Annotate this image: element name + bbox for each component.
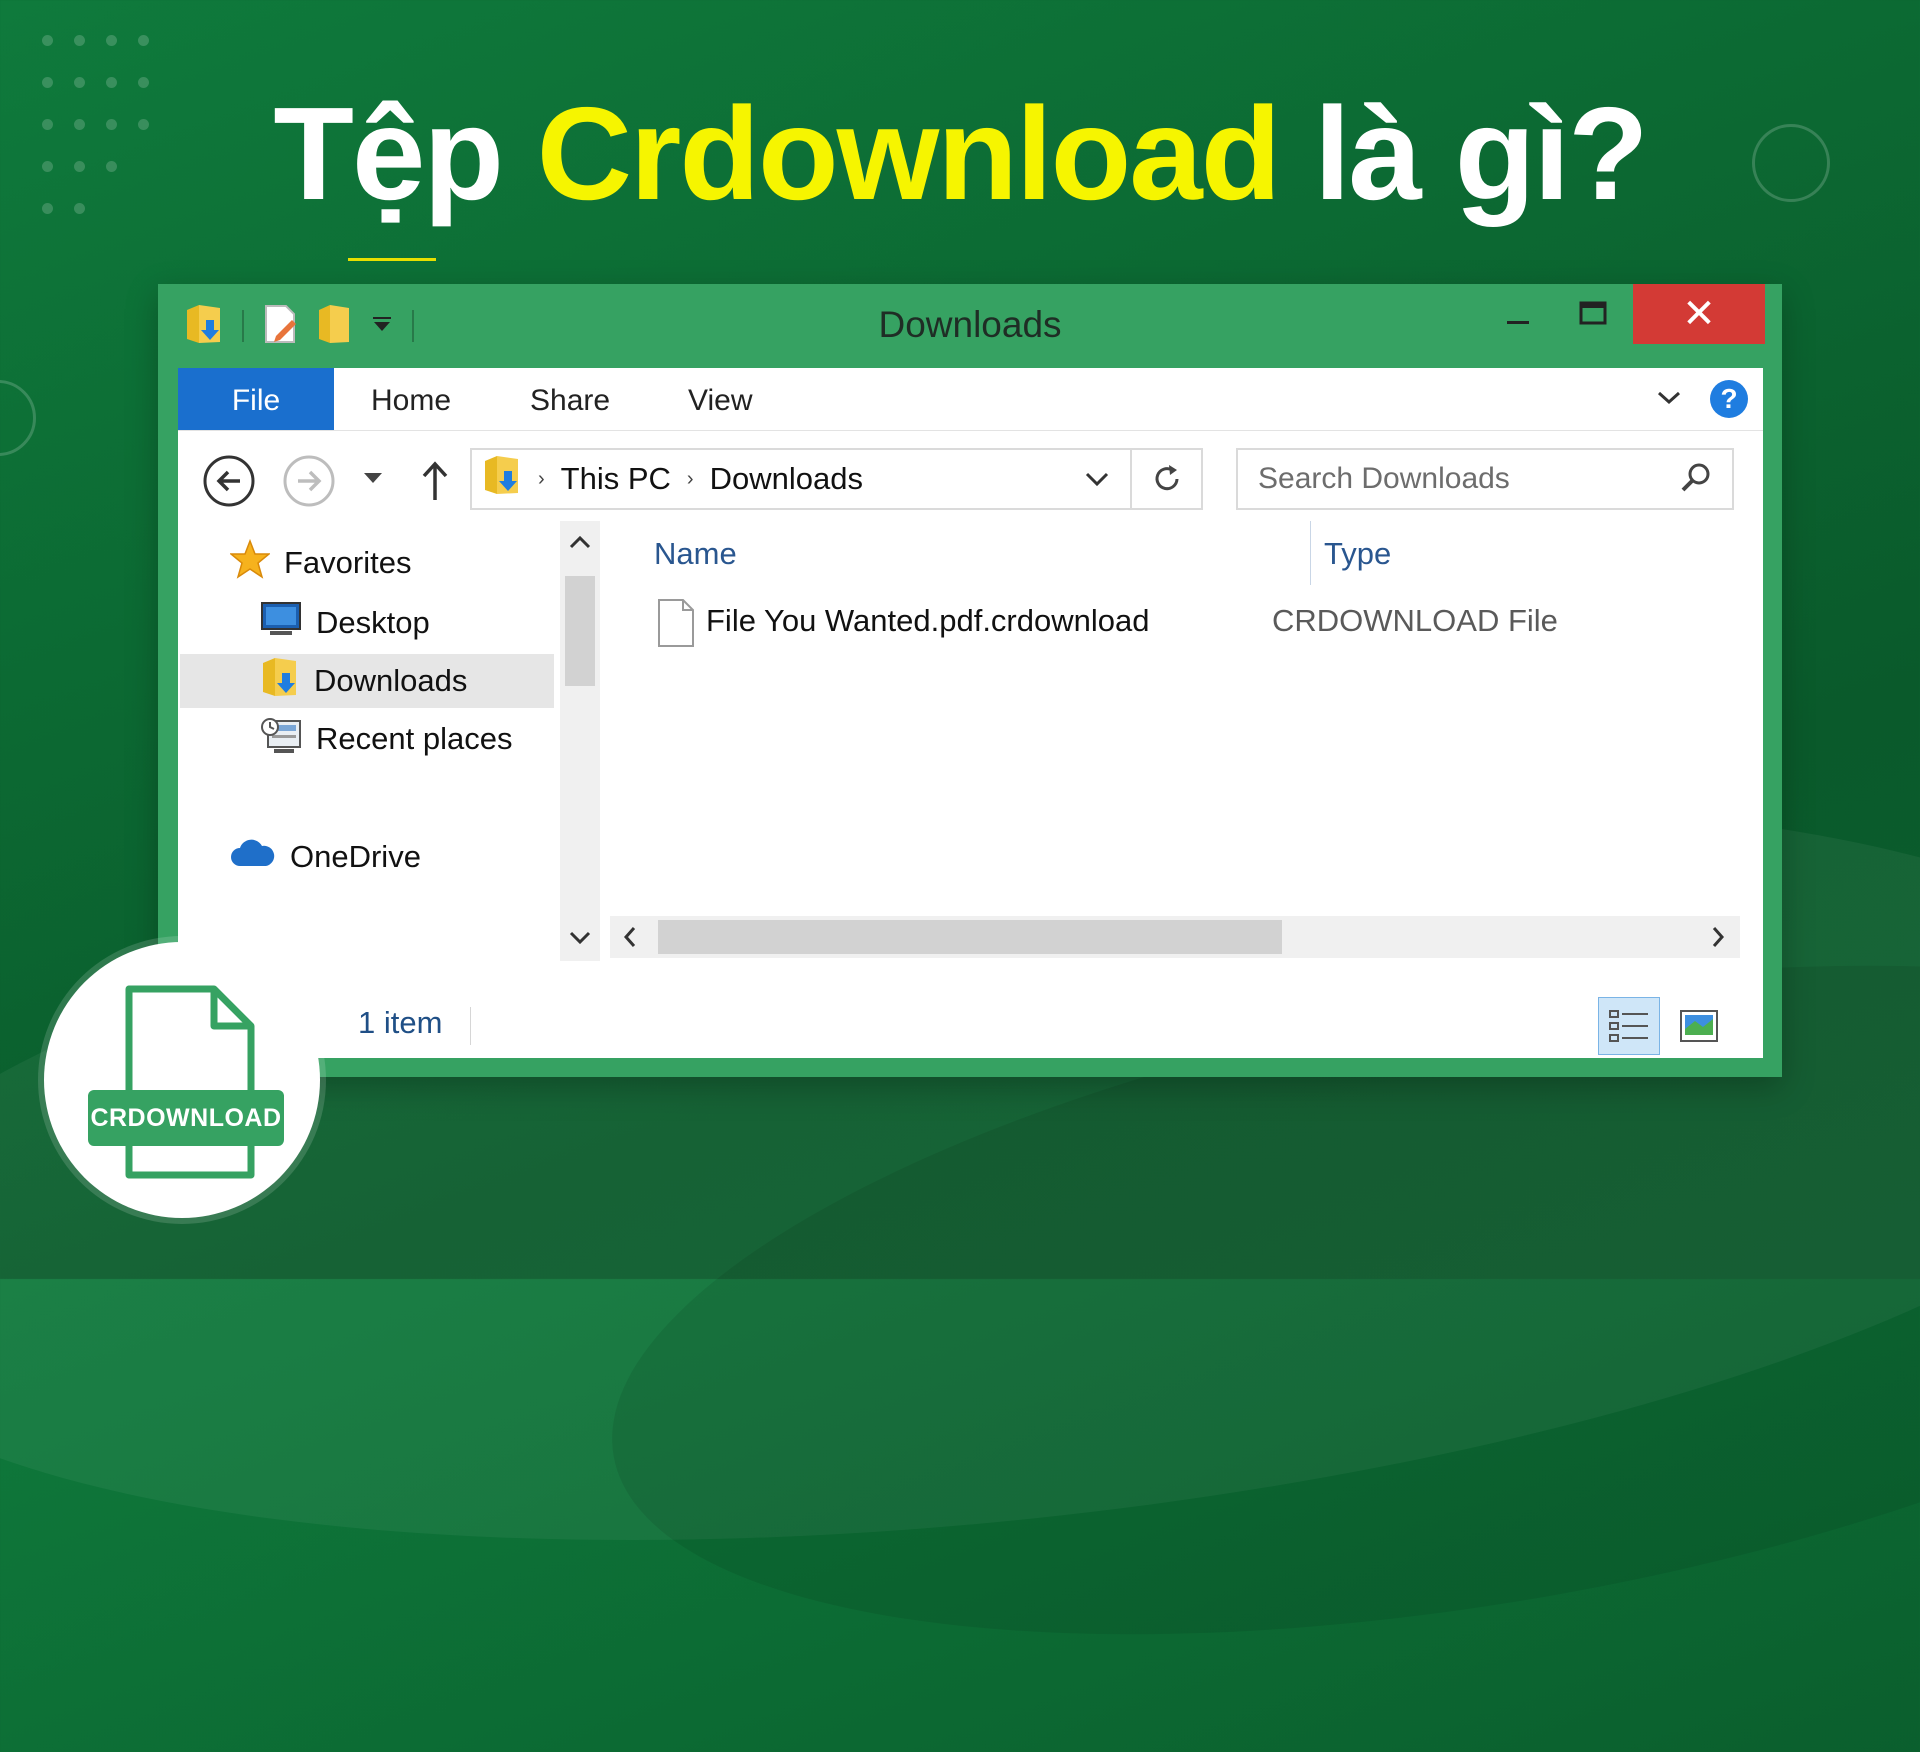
large-icons-view-icon [1680, 1010, 1718, 1042]
navigation-bar: › This PC › Downloads [178, 430, 1763, 530]
column-header-type[interactable]: Type [1324, 521, 1391, 583]
nav-downloads-label: Downloads [314, 663, 468, 698]
breadcrumb-this-pc[interactable]: This PC [561, 461, 671, 497]
breadcrumb-separator[interactable]: › [687, 468, 694, 491]
scroll-up-icon[interactable] [568, 533, 592, 556]
address-history-chevron-icon[interactable] [1082, 464, 1112, 499]
column-divider[interactable] [1310, 521, 1311, 585]
navigation-pane: Favorites Desktop Downloads Recent place… [178, 530, 554, 970]
navigation-scrollbar[interactable] [560, 521, 600, 961]
nav-recent-places-label: Recent places [316, 721, 513, 756]
nav-onedrive[interactable]: OneDrive [230, 830, 421, 884]
breadcrumb: › This PC › Downloads [482, 450, 863, 508]
decorative-ring-left [0, 380, 36, 456]
title-bar: Downloads ✕ [158, 284, 1782, 368]
headline: Tệp Crdownload là gì? [0, 88, 1920, 220]
nav-desktop-label: Desktop [316, 605, 430, 640]
breadcrumb-separator[interactable]: › [538, 468, 545, 491]
close-button[interactable]: ✕ [1633, 284, 1765, 344]
recent-locations-icon[interactable] [362, 470, 384, 486]
details-view-icon [1609, 1010, 1648, 1042]
nav-downloads[interactable]: Downloads [180, 654, 554, 708]
nav-desktop[interactable]: Desktop [260, 596, 430, 650]
list-item[interactable]: File You Wanted.pdf.crdownload CRDOWNLOA… [610, 593, 1763, 653]
horizontal-scrollbar[interactable] [610, 916, 1740, 958]
scroll-down-icon[interactable] [568, 929, 592, 952]
help-button[interactable]: ? [1710, 380, 1748, 418]
headline-part1: Tệp [273, 80, 537, 227]
item-count: 1 item [358, 1005, 443, 1040]
scrollbar-thumb[interactable] [565, 576, 595, 686]
recent-places-icon [260, 715, 302, 763]
cloud-icon [230, 836, 276, 878]
refresh-icon [1155, 465, 1179, 491]
column-header-name[interactable]: Name [654, 521, 737, 583]
nav-favorites[interactable]: Favorites [228, 536, 412, 590]
nav-recent-places[interactable]: Recent places [260, 712, 512, 766]
forward-arrow-icon[interactable] [282, 454, 336, 508]
nav-favorites-label: Favorites [284, 545, 412, 580]
expand-ribbon-chevron-icon[interactable] [1656, 388, 1682, 413]
back-arrow-icon[interactable] [202, 454, 256, 508]
scroll-left-icon[interactable] [612, 916, 648, 958]
scroll-right-icon[interactable] [1700, 916, 1736, 958]
tab-view[interactable]: View [688, 368, 752, 430]
address-bar[interactable]: › This PC › Downloads [470, 448, 1203, 510]
breadcrumb-downloads[interactable]: Downloads [710, 461, 863, 497]
headline-part2: là gì? [1279, 80, 1649, 227]
crdownload-badge: CRDOWNLOAD [44, 942, 320, 1218]
file-type: CRDOWNLOAD File [1272, 603, 1558, 638]
folder-download-icon [482, 453, 522, 505]
details-view-button[interactable] [1598, 997, 1660, 1055]
folder-download-icon [260, 655, 300, 707]
tab-home[interactable]: Home [371, 368, 451, 430]
document-icon [655, 597, 697, 654]
status-divider [470, 1007, 471, 1045]
search-box[interactable] [1236, 448, 1734, 510]
up-arrow-icon[interactable] [418, 454, 452, 506]
minimize-button[interactable] [1488, 284, 1548, 344]
window-content: File Home Share View ? › This PC › Downl… [178, 368, 1763, 1058]
nav-onedrive-label: OneDrive [290, 839, 421, 874]
crdownload-badge-label: CRDOWNLOAD [88, 1090, 284, 1146]
headline-underline [348, 258, 436, 261]
large-icons-view-button[interactable] [1668, 997, 1730, 1055]
refresh-button[interactable] [1130, 450, 1202, 508]
headline-highlight: Crdownload [536, 80, 1282, 227]
status-bar: 1 item [178, 993, 1763, 1058]
search-icon[interactable] [1678, 460, 1714, 501]
search-input[interactable] [1256, 460, 1660, 498]
maximize-button[interactable] [1558, 284, 1628, 344]
star-icon [228, 538, 272, 587]
scrollbar-thumb[interactable] [658, 920, 1282, 954]
explorer-window: Downloads ✕ File Home Share View ? › Thi… [158, 284, 1782, 1077]
tab-share[interactable]: Share [530, 368, 610, 430]
file-name: File You Wanted.pdf.crdownload [706, 603, 1150, 638]
file-list: Name Type File You Wanted.pdf.crdownload… [610, 521, 1763, 961]
desktop-icon [260, 601, 302, 645]
tab-file[interactable]: File [178, 368, 334, 430]
ribbon: File Home Share View ? [178, 368, 1763, 431]
document-icon [125, 985, 255, 1179]
